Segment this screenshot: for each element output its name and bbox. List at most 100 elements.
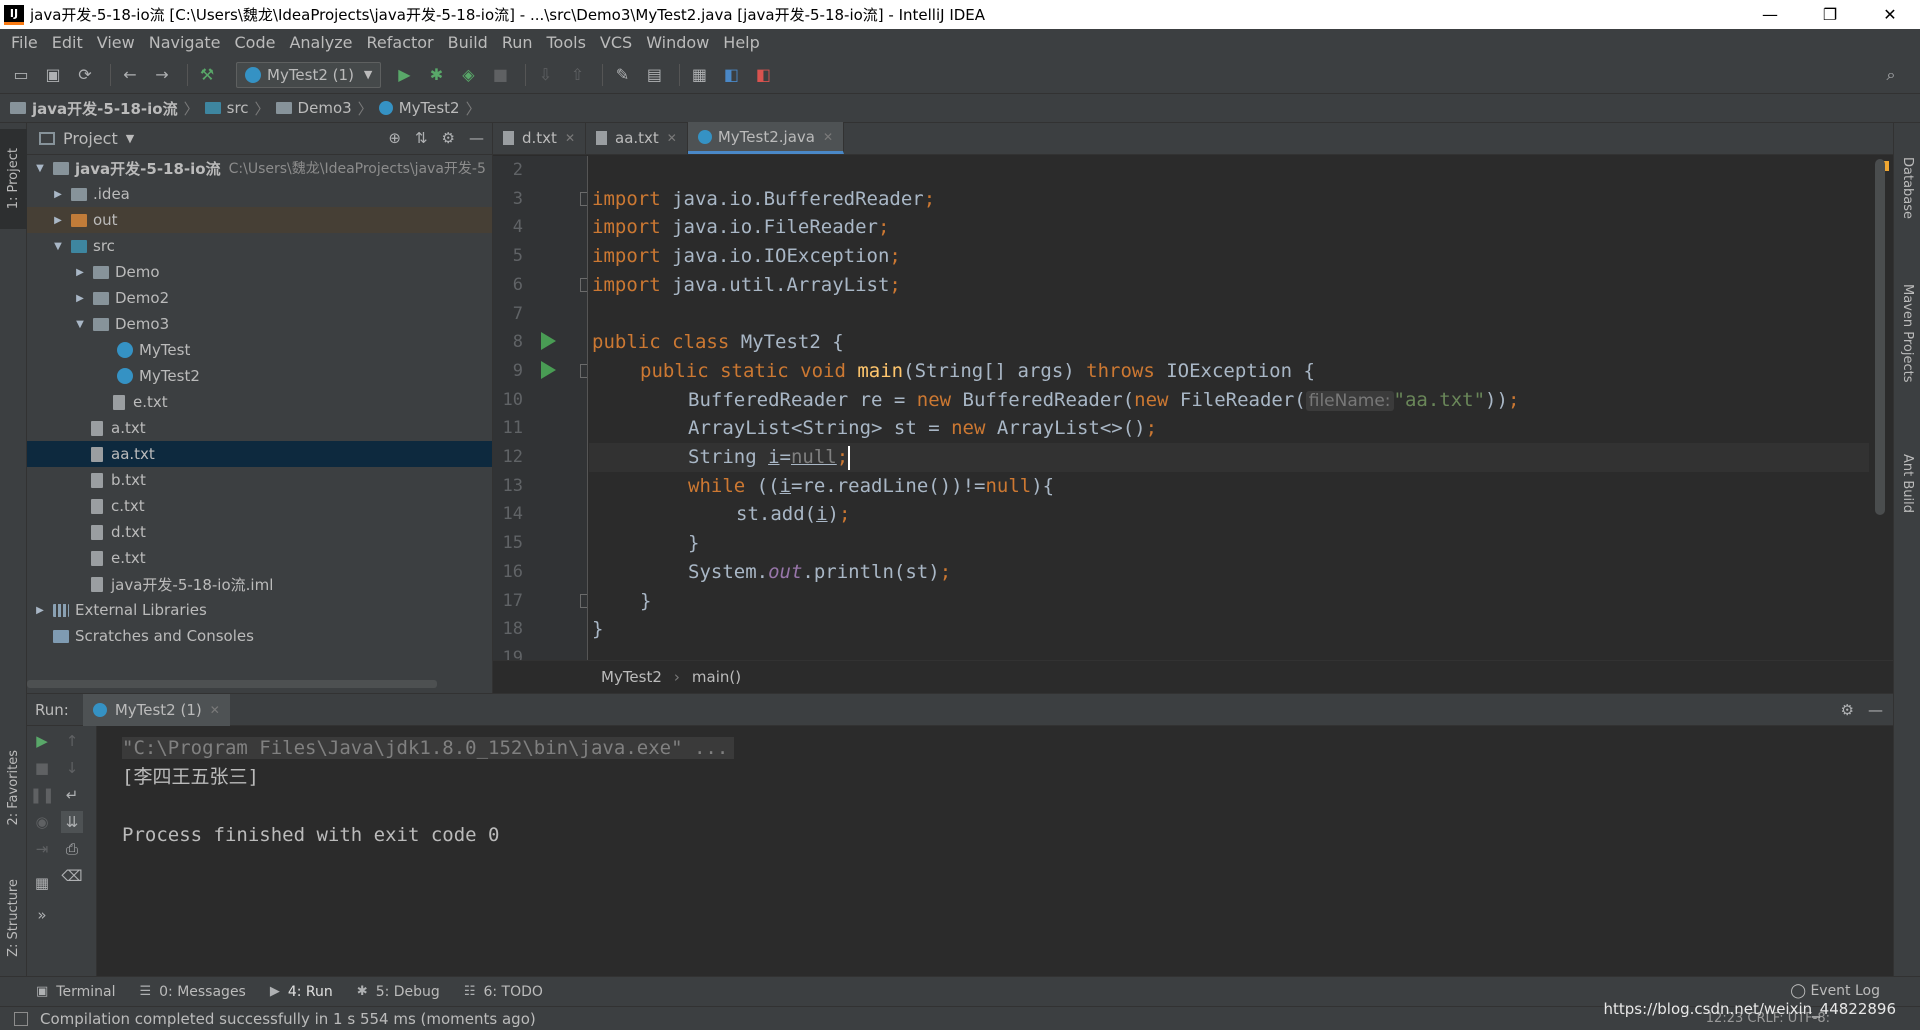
vcs-update-icon[interactable]: ⇩ (532, 62, 558, 88)
tree-item-external-libraries[interactable]: ▶ External Libraries (27, 597, 492, 623)
project-panel-title[interactable]: Project (63, 129, 118, 148)
search-icon[interactable]: ⌕ (1878, 62, 1904, 88)
fold-marker-icon[interactable] (580, 278, 587, 292)
event-log-button[interactable]: ◯ Event Log (1790, 983, 1880, 999)
menu-help[interactable]: Help (716, 33, 766, 52)
menu-vcs[interactable]: VCS (593, 33, 639, 52)
bottom-tab-run[interactable]: ▶ 4: Run (270, 984, 333, 1000)
menu-run[interactable]: Run (495, 33, 540, 52)
trash-icon[interactable]: ⌫ (61, 865, 83, 887)
collapse-arrow-icon[interactable]: ▶ (73, 293, 87, 304)
open-folder-icon[interactable]: ▭ (8, 62, 34, 88)
close-tab-icon[interactable]: ✕ (565, 131, 575, 145)
print-icon[interactable]: ⎙ (61, 838, 83, 860)
tool-tab-favorites[interactable]: 2: Favorites (0, 733, 27, 843)
menu-build[interactable]: Build (441, 33, 495, 52)
run-config-select[interactable]: MyTest2 (1) ▼ (236, 61, 382, 88)
tree-item-root[interactable]: ▼ java开发-5-18-io流 C:\Users\魏龙\IdeaProjec… (27, 155, 492, 181)
bottom-tab-terminal[interactable]: ▣ Terminal (36, 984, 115, 1000)
settings-wrench-icon[interactable]: ✎ (609, 62, 635, 88)
tab-mytest2-java[interactable]: MyTest2.java ✕ (687, 122, 845, 154)
scroll-to-end-icon[interactable]: ⇊ (61, 811, 83, 833)
fold-marker-icon[interactable] (580, 594, 587, 608)
sync-icon[interactable]: ⟳ (72, 62, 98, 88)
save-icon[interactable]: ▣ (40, 62, 66, 88)
close-tab-icon[interactable]: ✕ (667, 131, 677, 145)
tree-item-demo2[interactable]: ▶ Demo2 (27, 285, 492, 311)
menu-window[interactable]: Window (639, 33, 716, 52)
exit-icon[interactable]: ⇥ (31, 838, 53, 860)
close-tab-icon[interactable]: ✕ (823, 130, 833, 144)
bottom-tab-todo[interactable]: ☷ 6: TODO (464, 984, 543, 1000)
menu-edit[interactable]: Edit (45, 33, 90, 52)
menu-navigate[interactable]: Navigate (142, 33, 228, 52)
translate-red-icon[interactable]: ◧ (750, 62, 776, 88)
console-output[interactable]: "C:\Program Files\Java\jdk1.8.0_152\bin\… (122, 734, 1882, 974)
collapse-arrow-icon[interactable]: ▶ (73, 267, 87, 278)
down-arrow-icon[interactable]: ↓ (61, 757, 83, 779)
chevron-down-icon[interactable]: ▼ (126, 132, 134, 145)
close-button[interactable]: ✕ (1860, 0, 1920, 29)
status-toggle-icon[interactable] (14, 1011, 28, 1026)
collapse-all-icon[interactable]: ⇅ (415, 129, 428, 147)
menu-tools[interactable]: Tools (540, 33, 593, 52)
tool-tab-project[interactable]: 1: Project (0, 129, 27, 229)
stop-icon[interactable]: ■ (31, 757, 53, 779)
debug-icon[interactable]: ✱ (423, 62, 449, 88)
collapse-arrow-icon[interactable]: ▶ (51, 215, 65, 226)
tree-item-demo[interactable]: ▶ Demo (27, 259, 492, 285)
breadcrumb-project[interactable]: java开发-5-18-io流 (10, 98, 178, 119)
minimize-button[interactable]: — (1740, 0, 1800, 29)
rerun-icon[interactable]: ▶ (31, 730, 53, 752)
expand-arrow-icon[interactable]: ▼ (51, 241, 65, 252)
tree-item-mytest2[interactable]: MyTest2 (27, 363, 492, 389)
up-arrow-icon[interactable]: ↑ (61, 730, 83, 752)
vertical-scrollbar[interactable] (1875, 159, 1885, 515)
translate-icon[interactable]: ◧ (718, 62, 744, 88)
tool-tab-structure[interactable]: Z: Structure (0, 863, 27, 973)
layout-icon[interactable]: ▦ (31, 872, 53, 894)
run-class-icon[interactable] (541, 332, 556, 350)
menu-view[interactable]: View (90, 33, 142, 52)
collapse-arrow-icon[interactable]: ▶ (51, 189, 65, 200)
expand-more-icon[interactable]: » (31, 904, 53, 926)
hide-icon[interactable]: — (1868, 701, 1883, 719)
fold-marker-icon[interactable] (580, 192, 587, 206)
menu-refactor[interactable]: Refactor (360, 33, 441, 52)
tree-item-iml[interactable]: java开发-5-18-io流.iml (27, 571, 492, 597)
tree-item-b-txt[interactable]: b.txt (27, 467, 492, 493)
tree-item-e-txt-src[interactable]: e.txt (27, 389, 492, 415)
tab-aa-txt[interactable]: aa.txt ✕ (586, 122, 688, 154)
soft-wrap-icon[interactable]: ↵ (61, 784, 83, 806)
tool-tab-database[interactable]: Database (1894, 133, 1920, 243)
sdk-icon[interactable]: ▦ (686, 62, 712, 88)
dump-threads-icon[interactable]: ◉ (31, 811, 53, 833)
tree-item-d-txt[interactable]: d.txt (27, 519, 492, 545)
project-structure-icon[interactable]: ▤ (641, 62, 667, 88)
breadcrumb-demo3[interactable]: Demo3 (275, 99, 352, 117)
bottom-tab-messages[interactable]: ☰ 0: Messages (139, 984, 245, 1000)
restore-button[interactable]: ❐ (1800, 0, 1860, 29)
tree-item-scratches[interactable]: Scratches and Consoles (27, 623, 492, 649)
run-tab-mytest2[interactable]: MyTest2 (1) ✕ (82, 693, 230, 726)
tool-tab-ant[interactable]: Ant Build (1894, 423, 1920, 543)
tree-item-out[interactable]: ▶ out (27, 207, 492, 233)
breadcrumb-mytest2[interactable]: MyTest2 (378, 99, 460, 117)
build-hammer-icon[interactable]: ⚒ (194, 62, 220, 88)
tree-item-idea[interactable]: ▶ .idea (27, 181, 492, 207)
tab-d-txt[interactable]: d.txt ✕ (493, 122, 586, 154)
fold-marker-icon[interactable] (580, 364, 587, 378)
forward-arrow-icon[interactable]: → (149, 62, 175, 88)
tool-tab-maven[interactable]: Maven Projects (1894, 253, 1920, 413)
collapse-arrow-icon[interactable]: ▶ (33, 605, 47, 616)
horizontal-scrollbar[interactable] (27, 680, 437, 688)
tree-item-aa-txt[interactable]: aa.txt (27, 441, 492, 467)
expand-arrow-icon[interactable]: ▼ (73, 319, 87, 330)
run-main-icon[interactable] (541, 361, 556, 379)
hide-icon[interactable]: — (469, 129, 484, 147)
breadcrumb-src[interactable]: src (204, 99, 249, 117)
tree-item-c-txt[interactable]: c.txt (27, 493, 492, 519)
gear-icon[interactable]: ⚙ (1841, 701, 1854, 719)
breadcrumb-method[interactable]: main() (692, 668, 741, 686)
tree-item-a-txt[interactable]: a.txt (27, 415, 492, 441)
